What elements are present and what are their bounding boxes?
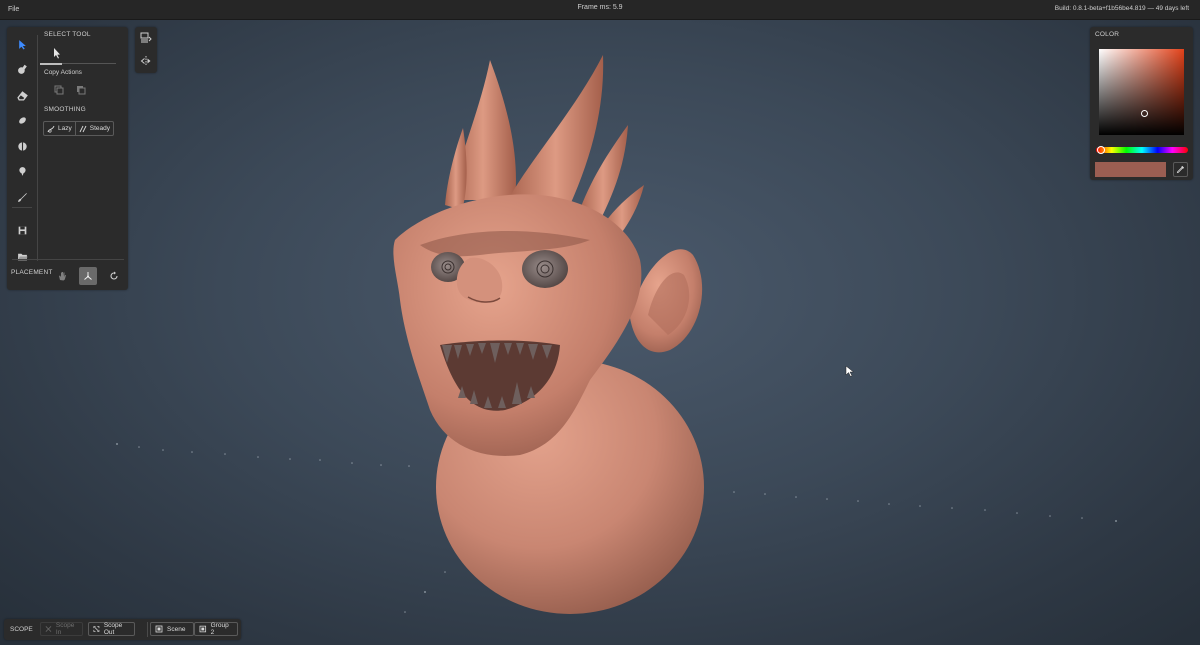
panel-divider — [37, 35, 38, 261]
paint-tool-button[interactable] — [11, 161, 33, 183]
sculpt-model[interactable] — [393, 55, 704, 614]
mirror-icon[interactable] — [140, 55, 152, 67]
scope-in-label: Scope In — [55, 622, 75, 636]
save-icon — [18, 226, 26, 235]
select-tool-button[interactable] — [11, 33, 33, 55]
placement-gizmo-button[interactable] — [79, 267, 97, 285]
smoothing-mode-group: Lazy Steady — [43, 121, 114, 136]
smoothing-steady-label: Steady — [89, 125, 110, 132]
hand-icon — [59, 272, 66, 281]
tool-panel: SELECT TOOL Copy Actions SMOOTHING Lazy … — [7, 27, 128, 290]
gizmo-icon — [84, 272, 92, 280]
scope-divider — [147, 622, 148, 637]
rotate-icon — [110, 271, 118, 280]
smooth-tool-button[interactable] — [11, 110, 33, 132]
scene-icon — [155, 625, 163, 633]
copy-icon[interactable] — [53, 84, 65, 96]
color-panel-title: COLOR — [1095, 31, 1120, 38]
select-icon — [18, 39, 26, 49]
frame-time-readout: Frame ms: 5.9 — [577, 4, 623, 11]
scope-in-icon — [45, 626, 52, 632]
scope-out-label: Scope Out — [103, 622, 123, 636]
scope-out-button[interactable]: Scope Out — [88, 622, 135, 636]
hue-slider-knob[interactable] — [1097, 146, 1105, 154]
sphere-icon — [17, 141, 27, 151]
paste-icon[interactable] — [75, 84, 87, 96]
tool-column — [11, 33, 35, 271]
select-tool-title: SELECT TOOL — [44, 31, 91, 38]
paint-icon — [18, 167, 26, 176]
pen-tool-button[interactable] — [11, 186, 33, 208]
eyedropper-icon — [1176, 165, 1185, 174]
build-info: Build: 0.8.1-beta+f1b56be4.819 — 49 days… — [1054, 5, 1189, 12]
lazy-icon — [47, 125, 55, 133]
scope-out-icon — [93, 626, 100, 632]
open-folder-button[interactable] — [11, 245, 33, 267]
select-mode-arrow-icon[interactable] — [48, 46, 64, 60]
top-menu-bar: File Frame ms: 5.9 Build: 0.8.1-beta+f1b… — [0, 0, 1200, 20]
scene-breadcrumb-button[interactable]: Scene — [150, 622, 194, 636]
placement-rotate-button[interactable] — [105, 267, 123, 285]
copy-actions-label: Copy Actions — [44, 69, 82, 76]
sculpt-viewport[interactable] — [0, 20, 1200, 645]
smoothing-title: SMOOTHING — [44, 106, 86, 113]
color-panel: COLOR — [1090, 27, 1193, 180]
group-breadcrumb-button[interactable]: Group 2 — [194, 622, 238, 636]
pen-icon — [17, 192, 27, 202]
smoothing-lazy-button[interactable]: Lazy — [44, 122, 75, 135]
group-icon — [199, 625, 207, 633]
brush-icon — [17, 64, 27, 74]
color-picker-knob[interactable] — [1141, 110, 1148, 117]
tool-tab-indicator — [40, 62, 116, 65]
scope-bar: SCOPE Scope In Scope Out Scene Group 2 — [4, 619, 241, 640]
smooth-icon — [18, 117, 26, 124]
sphere-tool-button[interactable] — [11, 135, 33, 157]
smoothing-lazy-label: Lazy — [58, 125, 72, 132]
mouse-cursor — [845, 365, 855, 377]
steady-icon — [79, 125, 87, 132]
placement-hand-button[interactable] — [53, 267, 71, 285]
saturation-value-picker[interactable] — [1099, 49, 1184, 135]
hue-slider[interactable] — [1096, 146, 1188, 154]
current-color-swatch[interactable] — [1095, 162, 1166, 177]
brush-tool-button[interactable] — [11, 59, 33, 81]
tool-divider — [12, 207, 32, 208]
smoothing-steady-button[interactable]: Steady — [74, 122, 113, 135]
eraser-icon — [16, 90, 28, 101]
placement-title: PLACEMENT — [11, 269, 53, 276]
eyedropper-button[interactable] — [1173, 162, 1188, 177]
group-label: Group 2 — [210, 622, 229, 636]
scope-label: SCOPE — [10, 626, 33, 633]
scope-in-button[interactable]: Scope In — [40, 622, 83, 636]
layers-icon[interactable] — [140, 32, 152, 44]
save-button[interactable] — [11, 220, 33, 242]
eraser-tool-button[interactable] — [11, 84, 33, 106]
view-options-panel — [135, 27, 157, 73]
placement-divider — [12, 259, 124, 260]
scene-label: Scene — [167, 625, 186, 633]
